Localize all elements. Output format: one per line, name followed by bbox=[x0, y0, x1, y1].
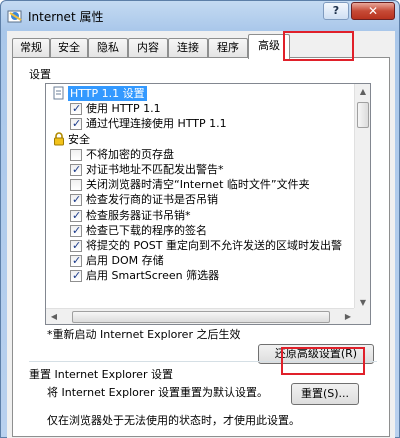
window-title: Internet 属性 bbox=[28, 10, 104, 24]
scroll-up-icon[interactable]: ▲ bbox=[355, 84, 370, 100]
tab-programs[interactable]: 程序 bbox=[208, 38, 248, 58]
tab-content[interactable]: 内容 bbox=[128, 38, 168, 58]
settings-tree-list[interactable]: HTTP 1.1 设置使用 HTTP 1.1通过代理连接使用 HTTP 1.1安… bbox=[45, 83, 371, 325]
settings-list-content: HTTP 1.1 设置使用 HTTP 1.1通过代理连接使用 HTTP 1.1安… bbox=[46, 84, 356, 311]
settings-group-label: 设置 bbox=[29, 68, 51, 81]
title-bar[interactable]: Internet 属性 ? ✕ bbox=[1, 1, 399, 31]
internet-options-icon bbox=[7, 10, 22, 23]
settings-row-label: 检查服务器证书吊销* bbox=[86, 208, 191, 222]
horizontal-scroll-thumb[interactable] bbox=[72, 311, 330, 323]
settings-row-label: HTTP 1.1 设置 bbox=[68, 86, 147, 101]
checked-checkbox-icon[interactable] bbox=[70, 268, 82, 283]
checked-checkbox-icon[interactable] bbox=[70, 208, 82, 223]
close-button[interactable]: ✕ bbox=[351, 2, 395, 20]
scroll-left-icon[interactable]: ◀ bbox=[46, 309, 62, 324]
tab-connections[interactable]: 连接 bbox=[168, 38, 208, 58]
reset-description: 将 Internet Explorer 设置重置为默认设置。 bbox=[47, 386, 268, 399]
settings-row-label: 检查发行商的证书是否吊销 bbox=[86, 193, 218, 207]
checked-checkbox-icon[interactable] bbox=[70, 253, 82, 268]
lock-icon bbox=[54, 131, 64, 146]
settings-row-label: 关闭浏览器时清空“Internet 临时文件”文件夹 bbox=[86, 178, 310, 192]
page-icon bbox=[53, 86, 64, 100]
checked-checkbox-icon[interactable] bbox=[70, 238, 82, 253]
tab-general[interactable]: 常规 bbox=[12, 38, 50, 58]
reset-group-title: 重置 Internet Explorer 设置 bbox=[29, 368, 173, 381]
settings-row-label: 通过代理连接使用 HTTP 1.1 bbox=[86, 117, 227, 131]
reset-button-highlight bbox=[281, 347, 365, 375]
restart-note: *重新启动 Internet Explorer 之后生效 bbox=[47, 328, 241, 341]
checkbox-icon[interactable] bbox=[70, 179, 82, 192]
settings-row-label: 不将加密的页存盘 bbox=[86, 147, 174, 161]
settings-row-label: 将提交的 POST 重定向到不允许发送的区域时发出警 bbox=[86, 239, 342, 252]
tab-privacy[interactable]: 隐私 bbox=[88, 38, 128, 58]
settings-row-label: 使用 HTTP 1.1 bbox=[86, 102, 161, 116]
vertical-scrollbar[interactable]: ▲ ▼ bbox=[354, 84, 370, 311]
tab-security[interactable]: 安全 bbox=[50, 38, 88, 58]
settings-row-label: 安全 bbox=[68, 132, 90, 146]
settings-row-label: 启用 DOM 存储 bbox=[86, 254, 164, 268]
checkbox-icon[interactable] bbox=[70, 148, 82, 161]
reset-button[interactable]: 重置(S)... bbox=[291, 383, 359, 405]
settings-row-label: 启用 SmartScreen 筛选器 bbox=[86, 269, 220, 283]
checked-checkbox-icon[interactable] bbox=[70, 116, 82, 131]
reset-footer-note: 仅在浏览器处于无法使用的状态时，才使用此设置。 bbox=[47, 414, 300, 427]
scrollbar-corner bbox=[354, 308, 370, 324]
checked-checkbox-icon[interactable] bbox=[70, 192, 82, 207]
settings-row-label: 对证书地址不匹配发出警告* bbox=[86, 163, 224, 176]
settings-row-label: 检查已下载的程序的签名 bbox=[86, 223, 207, 237]
checked-checkbox-icon[interactable] bbox=[70, 162, 82, 177]
help-button[interactable]: ? bbox=[323, 2, 349, 20]
dialog-client-area: 常规 安全 隐私 内容 连接 程序 高级 设置 HTTP 1.1 设置使用 HT… bbox=[7, 31, 395, 438]
advanced-tab-highlight bbox=[283, 31, 354, 61]
checked-checkbox-icon[interactable] bbox=[70, 223, 82, 238]
horizontal-scrollbar[interactable]: ◀ ▶ bbox=[46, 308, 356, 324]
vertical-scroll-thumb[interactable] bbox=[357, 102, 369, 128]
checked-checkbox-icon[interactable] bbox=[70, 101, 82, 116]
